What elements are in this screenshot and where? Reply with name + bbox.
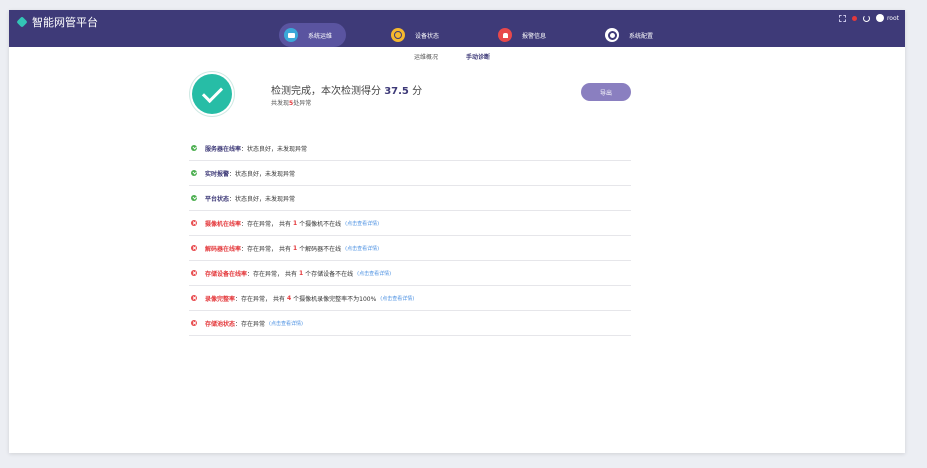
diagnosis-summary: 检测完成，本次检测得分 37.5 分 共发现5处异常 导出 <box>189 70 631 120</box>
error-icon <box>191 220 197 226</box>
nav-alarm-info[interactable]: 报警信息 <box>493 23 560 47</box>
result-desc: 存在异常， 共有 <box>247 220 291 228</box>
result-label: 摄像机在线率 <box>205 220 242 228</box>
nav-system-config[interactable]: 系统配置 <box>600 23 667 47</box>
power-icon[interactable] <box>862 14 870 22</box>
username[interactable]: root <box>887 15 899 22</box>
result-desc: 存在异常， 共有 <box>241 295 285 303</box>
top-right-tools: root <box>833 14 899 22</box>
tab-ops-overview[interactable]: 运维概况 <box>414 52 438 61</box>
result-row-realtime-alarm: 实时报警： 状态良好，未发现异常 <box>189 161 631 186</box>
view-details-link[interactable]: (点击查看详情) <box>380 295 414 302</box>
result-row-recording-integrity: 录像完整率： 存在异常， 共有 4 个摄像机录像完整率不为100% (点击查看详… <box>189 286 631 311</box>
result-desc: 状态良好，未发现异常 <box>247 145 308 153</box>
result-row-storage-online: 存储设备在线率： 存在异常， 共有 1 个存储设备不在线 (点击查看详情) <box>189 261 631 286</box>
result-label: 服务器在线率 <box>205 145 242 153</box>
app-logo[interactable]: 智能网管平台 <box>16 14 98 30</box>
top-bar: 智能网管平台 系统运维 设备状态 报警信息 系统配置 root <box>9 10 905 47</box>
result-row-storage-pool: 存储池状态： 存在异常 (点击查看详情) <box>189 311 631 336</box>
error-icon <box>191 270 197 276</box>
main-nav: 系统运维 设备状态 报警信息 系统配置 <box>279 23 707 47</box>
error-icon <box>191 295 197 301</box>
app-window: 智能网管平台 系统运维 设备状态 报警信息 系统配置 root 运维概况 手动诊… <box>9 10 905 453</box>
abnormal-count: 1 <box>292 244 298 252</box>
abnormal-count: 4 <box>286 294 292 302</box>
nav-label: 系统运维 <box>308 32 333 40</box>
result-row-server-online: 服务器在线率： 状态良好，未发现异常 <box>189 136 631 161</box>
result-label: 实时报警 <box>205 170 230 178</box>
tab-manual-diagnosis[interactable]: 手动诊断 <box>466 52 490 61</box>
user-avatar-icon[interactable] <box>875 14 884 22</box>
nav-system-ops[interactable]: 系统运维 <box>279 23 347 47</box>
success-icon <box>191 145 197 151</box>
result-desc-tail: 个解码器不在线 <box>299 245 342 253</box>
diagnosis-results-list: 服务器在线率： 状态良好，未发现异常 实时报警： 状态良好，未发现异常 平台状态… <box>189 136 631 336</box>
result-desc: 存在异常， 共有 <box>247 245 291 253</box>
nav-device-status[interactable]: 设备状态 <box>386 23 453 47</box>
export-button[interactable]: 导出 <box>581 83 631 101</box>
score-value: 37.5 <box>384 86 409 97</box>
view-details-link[interactable]: (点击查看详情) <box>357 270 391 277</box>
view-details-link[interactable]: (点击查看详情) <box>345 245 379 252</box>
check-circle-icon <box>192 74 232 114</box>
result-desc-tail: 个摄像机录像完整率不为100% <box>293 295 377 303</box>
view-details-link[interactable]: (点击查看详情) <box>269 320 303 327</box>
nav-label: 报警信息 <box>522 32 547 40</box>
sub-tabs: 运维概况 手动诊断 <box>414 52 518 61</box>
result-row-decoder-online: 解码器在线率： 存在异常， 共有 1 个解码器不在线 (点击查看详情) <box>189 236 631 261</box>
fullscreen-icon[interactable] <box>838 14 846 22</box>
result-label: 录像完整率 <box>205 295 236 303</box>
abnormal-count: 1 <box>298 269 304 277</box>
gear-icon <box>605 28 620 42</box>
nav-label: 设备状态 <box>415 32 440 40</box>
success-icon <box>191 195 197 201</box>
logo-icon <box>16 16 28 28</box>
monitor-icon <box>284 28 298 42</box>
app-title: 智能网管平台 <box>32 16 98 29</box>
summary-title: 检测完成，本次检测得分 37.5 分 <box>271 86 423 97</box>
summary-subtitle: 共发现5处异常 <box>271 100 312 107</box>
result-desc: 存在异常， 共有 <box>253 270 297 278</box>
result-desc-tail: 个存储设备不在线 <box>305 270 354 278</box>
result-desc: 状态良好，未发现异常 <box>235 170 296 178</box>
result-row-camera-online: 摄像机在线率： 存在异常， 共有 1 个摄像机不在线 (点击查看详情) <box>189 211 631 236</box>
result-row-platform-status: 平台状态： 状态良好，未发现异常 <box>189 186 631 211</box>
error-icon <box>191 245 197 251</box>
view-details-link[interactable]: (点击查看详情) <box>345 220 379 227</box>
success-icon <box>191 170 197 176</box>
result-label: 解码器在线率 <box>205 245 242 253</box>
error-icon <box>191 320 197 326</box>
result-label: 平台状态 <box>205 195 230 203</box>
nav-label: 系统配置 <box>629 32 654 40</box>
result-label: 存储设备在线率 <box>205 270 248 278</box>
record-icon[interactable] <box>851 15 857 21</box>
chart-icon <box>391 28 406 42</box>
result-desc: 状态良好，未发现异常 <box>235 195 296 203</box>
result-desc-tail: 个摄像机不在线 <box>299 220 342 228</box>
result-label: 存储池状态 <box>205 320 236 328</box>
abnormal-count: 1 <box>292 219 298 227</box>
result-desc: 存在异常 <box>241 320 266 328</box>
bell-icon <box>498 28 513 42</box>
